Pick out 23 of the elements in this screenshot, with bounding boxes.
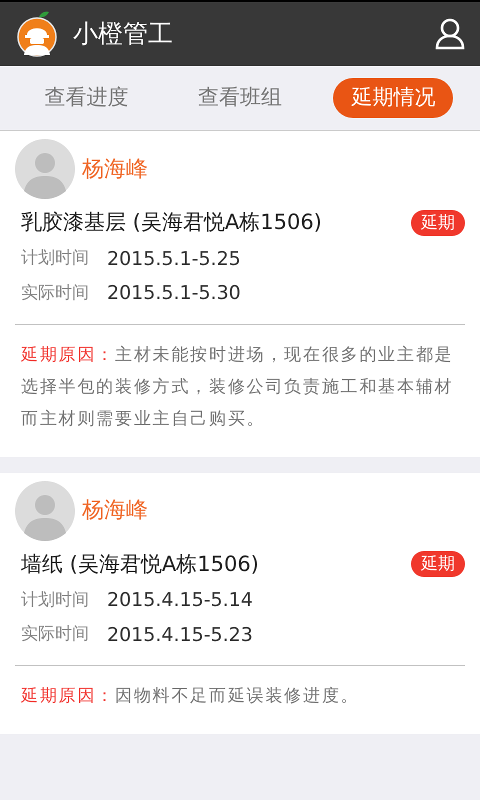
task-title: 墙纸 (吴海君悦A栋1506) bbox=[21, 550, 259, 578]
worker-name: 杨海峰 bbox=[82, 156, 148, 184]
tab[interactable]: 查看班组 bbox=[180, 78, 300, 118]
plan-label: 计划时间 bbox=[21, 588, 89, 612]
tab[interactable]: 查看进度 bbox=[26, 78, 147, 118]
status-badge: 延期 bbox=[411, 551, 465, 578]
avatar-icon bbox=[15, 139, 75, 199]
worker-name: 杨海峰 bbox=[82, 497, 148, 525]
delay-reason: 延期原因：因物料不足而延误装修进度。 bbox=[21, 685, 360, 708]
task-title: 乳胶漆基层 (吴海君悦A栋1506) bbox=[21, 209, 322, 236]
tab[interactable]: 延期情况 bbox=[333, 78, 454, 118]
avatar-icon bbox=[15, 480, 75, 540]
actual-dates: 2015.5.1-5.30 bbox=[107, 281, 241, 306]
delay-reason: 延期原因：主材未能按时进场，现在很多的业主都是选择半包的装修方式，装修公司负责施工和基本辅材而主材则需要业主自己购买。 bbox=[21, 344, 454, 430]
status-badge: 延期 bbox=[411, 210, 465, 236]
plan-dates: 2015.5.1-5.25 bbox=[107, 246, 241, 272]
plan-label: 计划时间 bbox=[21, 247, 89, 270]
actual-dates: 2015.4.15-5.23 bbox=[107, 622, 253, 648]
actual-label: 实际时间 bbox=[21, 623, 89, 646]
user-icon[interactable] bbox=[435, 18, 465, 50]
plan-dates: 2015.4.15-5.14 bbox=[107, 588, 253, 613]
app-title: 小橙管工 bbox=[73, 18, 173, 50]
actual-label: 实际时间 bbox=[21, 282, 89, 304]
